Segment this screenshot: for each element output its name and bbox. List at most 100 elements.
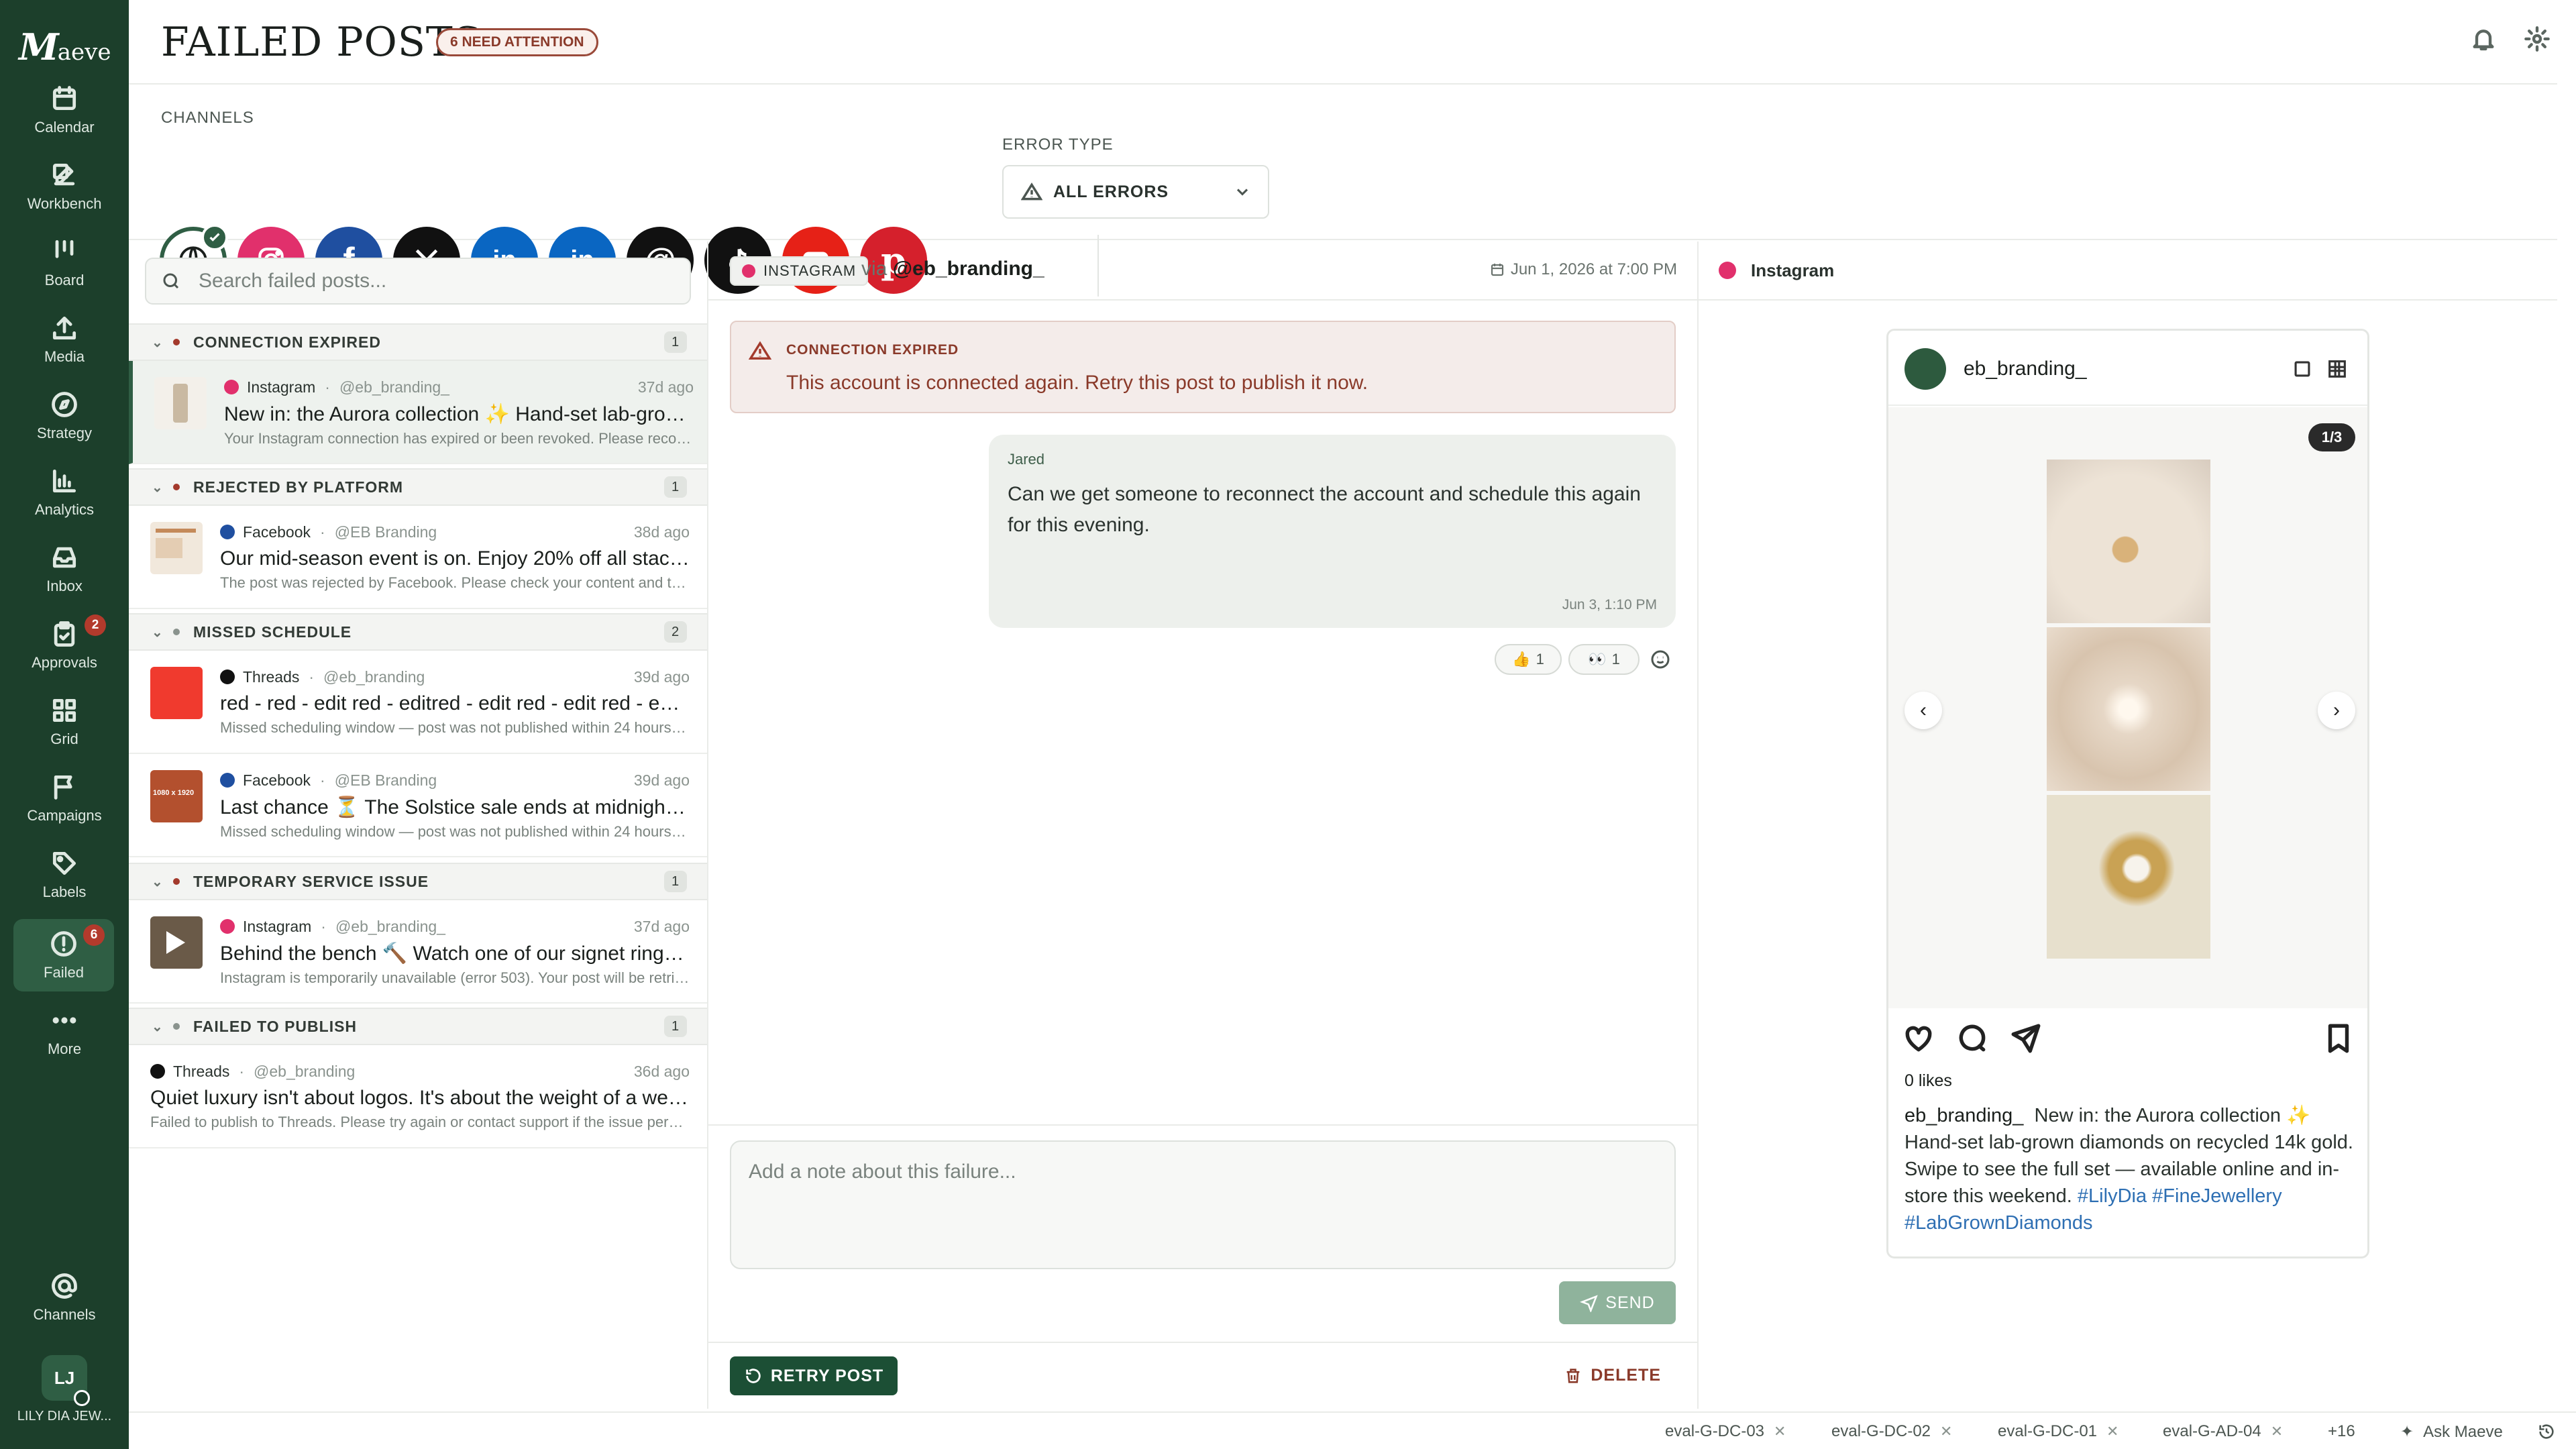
- group-header-temporary-service[interactable]: ⌄ TEMPORARY SERVICE ISSUE 1: [129, 863, 707, 900]
- post-thumbnail: [150, 916, 203, 969]
- sidebar-item-more[interactable]: More: [0, 996, 129, 1068]
- post-network: Threads: [173, 1062, 230, 1080]
- error-type-select[interactable]: ALL ERRORS: [1002, 165, 1269, 219]
- refresh-icon: [746, 1368, 761, 1383]
- bar-chart-icon: [52, 469, 76, 493]
- group-title: TEMPORARY SERVICE ISSUE: [193, 872, 429, 890]
- close-icon[interactable]: ✕: [1940, 1423, 1952, 1440]
- instagram-icon: [224, 380, 239, 394]
- post-handle: @eb_branding_: [339, 378, 449, 396]
- post-thumbnail: 1080 x 1920: [150, 770, 203, 822]
- sidebar-item-inbox[interactable]: Inbox: [0, 533, 129, 605]
- group-header-connection-expired[interactable]: ⌄ CONNECTION EXPIRED 1: [129, 323, 707, 361]
- scheduled-time: Jun 1, 2026 at 7:00 PM: [1489, 260, 1677, 279]
- divider: [708, 1342, 1697, 1343]
- ask-maeve-button[interactable]: ✦ Ask Maeve: [2400, 1422, 2503, 1442]
- send-icon: [1580, 1295, 1599, 1312]
- close-icon[interactable]: ✕: [1774, 1423, 1786, 1440]
- post-handle: @eb_branding: [323, 667, 425, 686]
- sidebar-item-calendar[interactable]: Calendar: [0, 74, 129, 146]
- sidebar-item-analytics[interactable]: Analytics: [0, 456, 129, 529]
- list-item[interactable]: Threads · @eb_branding 36d ago Quiet luxury…: [129, 1045, 707, 1148]
- reaction-eyes[interactable]: 👀 1: [1568, 644, 1640, 675]
- list-item[interactable]: Instagram · @eb_branding_ 37d ago New in: t…: [129, 361, 707, 464]
- sidebar-item-label: Labels: [42, 883, 87, 900]
- detail-header: INSTAGRAM via @eb_branding_ Jun 1, 2026 …: [708, 241, 1697, 301]
- group-header-rejected[interactable]: ⌄ REJECTED BY PLATFORM 1: [129, 468, 707, 506]
- post-error: Missed scheduling window — post was not …: [220, 719, 690, 736]
- sidebar-item-workbench[interactable]: Workbench: [0, 150, 129, 223]
- network-chip: INSTAGRAM: [730, 256, 869, 286]
- instagram-icon: [220, 919, 235, 934]
- edit-icon: [52, 163, 75, 186]
- sidebar-item-approvals[interactable]: Approvals 2: [0, 609, 129, 682]
- open-tab[interactable]: eval-G-DC-03 ✕: [1665, 1422, 1786, 1441]
- account-switcher[interactable]: LJ LILY DIA JEW...: [0, 1355, 129, 1424]
- note-input[interactable]: Add a note about this failure...: [730, 1140, 1676, 1269]
- grid-view-icon[interactable]: [2326, 358, 2349, 380]
- tag-icon: [52, 851, 76, 875]
- failed-posts-list: Search failed posts... ⌄ CONNECTION EXPI…: [129, 241, 708, 1409]
- list-item[interactable]: 1080 x 1920 Facebook · @EB Branding 39d ago…: [129, 754, 707, 857]
- list-item[interactable]: Threads · @eb_branding 39d ago red - red - …: [129, 651, 707, 754]
- open-tab[interactable]: eval-G-DC-01 ✕: [1998, 1422, 2118, 1441]
- group-header-failed-to-publish[interactable]: ⌄ FAILED TO PUBLISH 1: [129, 1008, 707, 1045]
- carousel-next-button[interactable]: ›: [2318, 692, 2355, 729]
- post-handle: @eb_branding: [254, 1062, 356, 1080]
- search-input[interactable]: Search failed posts...: [145, 258, 691, 305]
- add-reaction-icon[interactable]: [1645, 644, 1676, 675]
- hashtag[interactable]: #FineJewellery: [2152, 1185, 2282, 1207]
- post-age: 38d ago: [633, 523, 690, 541]
- group-count: 1: [664, 476, 687, 498]
- hashtag[interactable]: #LabGrownDiamonds: [1904, 1212, 2092, 1234]
- avatar: LJ: [42, 1355, 90, 1406]
- sidebar-item-label: Workbench: [27, 195, 102, 212]
- close-icon[interactable]: ✕: [2271, 1423, 2283, 1440]
- bookmark-icon[interactable]: [2322, 1022, 2355, 1055]
- post-age: 39d ago: [633, 667, 690, 686]
- sidebar-item-label: Media: [44, 348, 85, 365]
- sidebar-item-failed[interactable]: Failed 6: [13, 919, 114, 991]
- failed-count-badge: 6: [83, 924, 105, 946]
- sidebar-item-media[interactable]: Media: [0, 303, 129, 376]
- more-tabs[interactable]: +16: [2328, 1422, 2355, 1441]
- post-text: Quiet luxury isn't about logos. It's abo…: [150, 1087, 690, 1109]
- preview-header: Instagram: [1699, 241, 2557, 301]
- sidebar-item-labels[interactable]: Labels: [0, 839, 129, 911]
- search-placeholder: Search failed posts...: [199, 270, 387, 292]
- group-title: REJECTED BY PLATFORM: [193, 478, 404, 496]
- open-tab[interactable]: eval-G-AD-04 ✕: [2163, 1422, 2283, 1441]
- list-item[interactable]: Facebook · @EB Branding 38d ago Our mid-sea…: [129, 506, 707, 609]
- retry-post-button[interactable]: RETRY POST: [730, 1356, 898, 1395]
- reaction-thumbs-up[interactable]: 👍 1: [1495, 644, 1562, 675]
- single-view-icon[interactable]: [2291, 358, 2314, 380]
- sidebar-item-grid[interactable]: Grid: [0, 686, 129, 758]
- post-text: Our mid-season event is on. Enjoy 20% of…: [220, 547, 690, 570]
- group-title: CONNECTION EXPIRED: [193, 333, 381, 351]
- history-icon[interactable]: [2537, 1422, 2556, 1441]
- share-icon[interactable]: [2009, 1022, 2043, 1055]
- comment-icon[interactable]: [1955, 1022, 1989, 1055]
- delete-button[interactable]: DELETE: [1564, 1366, 1661, 1385]
- close-icon[interactable]: ✕: [2106, 1423, 2118, 1440]
- list-item[interactable]: Instagram · @eb_branding_ 37d ago Behind th…: [129, 900, 707, 1004]
- sidebar-item-campaigns[interactable]: Campaigns: [0, 762, 129, 835]
- instagram-preview-card: eb_branding_ 1/3 ‹ › 0 likes eb_branding…: [1886, 329, 2369, 1258]
- heart-icon[interactable]: [1902, 1022, 1935, 1055]
- sidebar-item-strategy[interactable]: Strategy: [0, 380, 129, 452]
- sidebar-item-channels[interactable]: Channels: [0, 1261, 129, 1334]
- post-age: 37d ago: [637, 378, 694, 396]
- card-header: eb_branding_: [1888, 331, 2367, 406]
- chevron-left-icon: ‹: [1920, 699, 1927, 721]
- gear-icon[interactable]: [2524, 25, 2556, 58]
- group-header-missed-schedule[interactable]: ⌄ MISSED SCHEDULE 2: [129, 613, 707, 651]
- bell-icon[interactable]: [2470, 25, 2502, 58]
- send-button[interactable]: SEND: [1559, 1281, 1676, 1324]
- sidebar-item-board[interactable]: Board: [0, 227, 129, 299]
- carousel-prev-button[interactable]: ‹: [1904, 692, 1942, 729]
- open-tab[interactable]: eval-G-DC-02 ✕: [1831, 1422, 1952, 1441]
- preview-username: eb_branding_: [1964, 358, 2087, 380]
- app-logo[interactable]: Maeve: [19, 25, 111, 68]
- hashtag[interactable]: #LilyDia: [2078, 1185, 2147, 1207]
- play-icon: [166, 931, 185, 954]
